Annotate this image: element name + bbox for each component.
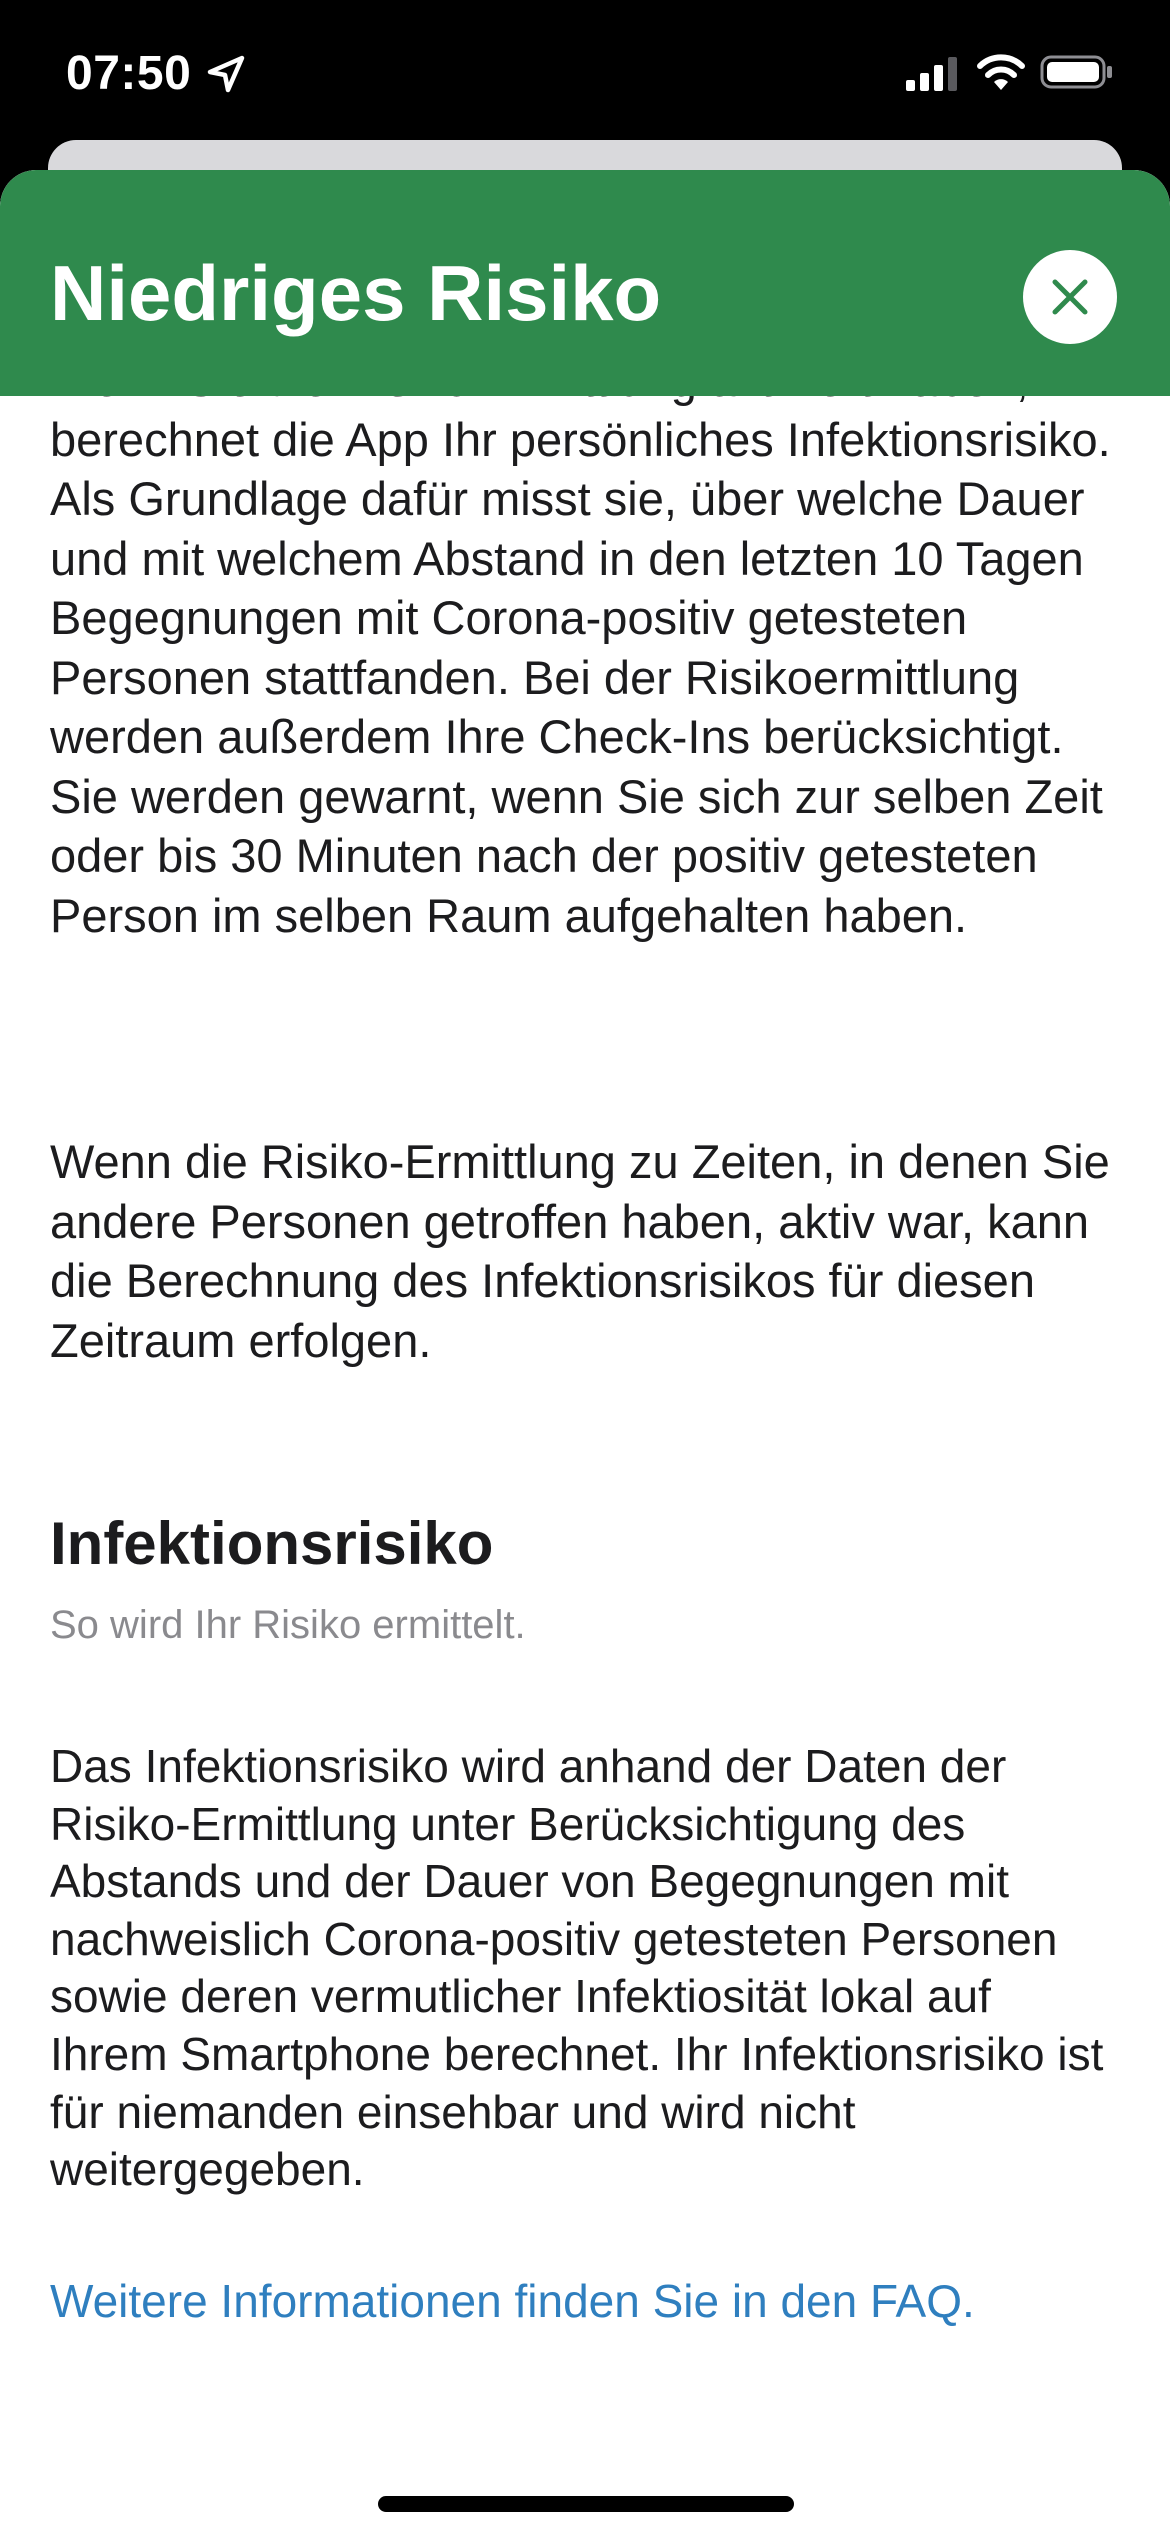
status-time: 07:50 — [66, 47, 192, 100]
screen: 07:50 Niedriges Risiko berechnet die App… — [0, 0, 1170, 2532]
faq-link[interactable]: Weitere Informationen finden Sie in den … — [50, 2272, 975, 2330]
header-title: Niedriges Risiko — [50, 249, 662, 337]
close-button[interactable] — [1023, 250, 1117, 344]
sheet-header: Niedriges Risiko — [0, 170, 1170, 396]
wifi-icon — [977, 54, 1025, 90]
location-arrow-icon — [207, 55, 245, 93]
cellular-signal-icon — [906, 57, 957, 91]
home-indicator[interactable] — [378, 2496, 794, 2512]
risk-info-sheet: Niedriges Risiko Wenn Sie die Risiko-Erm… — [0, 170, 1170, 2532]
calculation-paragraph: Wenn die Risiko-Ermittlung zu Zeiten, in… — [50, 1135, 1110, 1367]
section-subtitle: So wird Ihr Risiko ermittelt. — [50, 1603, 526, 1647]
section-heading: Infektionsrisiko — [50, 1510, 494, 1577]
close-icon — [1052, 279, 1088, 315]
status-bar: 07:50 — [0, 0, 1170, 150]
intro-paragraph: Wenn Sie die Risiko-Ermittlung aktiviert… — [50, 353, 1111, 942]
battery-icon — [1040, 55, 1112, 89]
infection-risk-paragraph: Das Infektionsrisiko wird anhand der Dat… — [50, 1740, 1104, 2196]
